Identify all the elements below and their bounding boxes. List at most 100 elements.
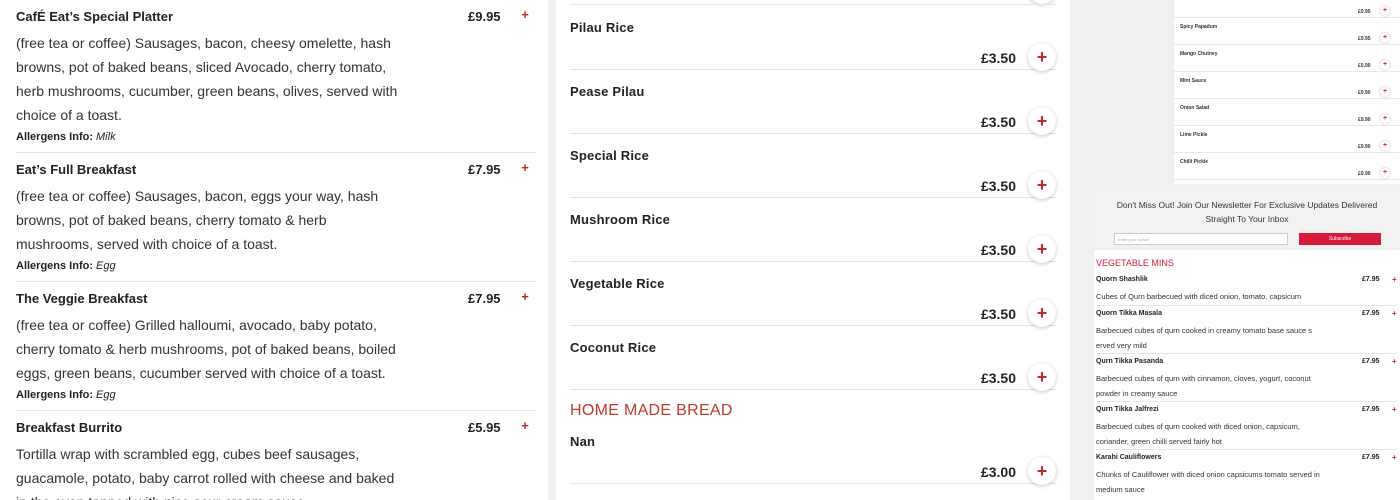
- add-button[interactable]: +: [1028, 171, 1056, 199]
- item-description: Tortilla wrap with scrambled egg, cubes …: [16, 446, 395, 500]
- add-button[interactable]: +: [1380, 141, 1390, 151]
- menu-item: CafÉ Eat’s Special Platter £9.95 + (free…: [16, 8, 536, 149]
- add-button[interactable]: +: [1028, 235, 1056, 263]
- menu-item: Qurn Tikka Pasanda £7.95 + Barbecued cub…: [1096, 357, 1398, 398]
- menu-item: Pilau Rice £3.50 +: [570, 6, 1056, 71]
- menu-item: Vegetable Rice £3.50 +: [570, 262, 1056, 327]
- divider: [1096, 305, 1398, 306]
- list-item: Chilli Pickle £0.90 +: [1174, 153, 1400, 180]
- add-button[interactable]: +: [1028, 107, 1056, 135]
- add-button[interactable]: +: [1380, 87, 1390, 97]
- item-name: CafÉ Eat’s Special Platter: [16, 9, 174, 24]
- item-price: £5.95: [468, 420, 501, 435]
- breakfast-panel: CafÉ Eat’s Special Platter £9.95 + (free…: [0, 0, 548, 500]
- menu-item: The Veggie Breakfast £7.95 + (free tea o…: [16, 290, 536, 411]
- item-name: Breakfast Burrito: [16, 420, 123, 435]
- item-description: Barbecued cubes of qurn with cinnamon, c…: [1096, 374, 1311, 398]
- item-price: £0.90: [1358, 90, 1371, 96]
- item-name: Qurn Tikka Pasanda: [1096, 358, 1164, 365]
- add-button[interactable]: +: [1028, 43, 1056, 71]
- add-button[interactable]: +: [1380, 114, 1390, 124]
- item-name: The Veggie Breakfast: [16, 291, 148, 306]
- divider: [16, 152, 536, 153]
- item-name: Pease Pilau: [570, 84, 645, 99]
- divider: [16, 281, 536, 282]
- divider: [570, 4, 1056, 5]
- item-price: £0.95: [1358, 36, 1371, 42]
- item-name: Mushroom Rice: [570, 212, 671, 227]
- item-description: Barbecued cubes of qurn cooked with dice…: [1096, 422, 1300, 446]
- allergen-value: Egg: [96, 260, 116, 272]
- item-price: £7.95: [1362, 454, 1380, 461]
- item-price: £7.95: [1362, 310, 1380, 317]
- add-icon[interactable]: +: [518, 8, 532, 22]
- item-price: £0.90: [1358, 171, 1371, 177]
- item-description: Barbecued cubes of qurn cooked in creamy…: [1096, 326, 1312, 350]
- allergen-label: Allergens Info:: [16, 260, 94, 272]
- section-heading: VEGETABLE MINS: [1096, 258, 1174, 268]
- add-icon[interactable]: +: [1392, 405, 1397, 414]
- allergen-value: Milk: [96, 131, 116, 143]
- list-item: Mango Chutney £0.90 +: [1174, 45, 1400, 72]
- add-icon[interactable]: +: [518, 161, 532, 175]
- item-price: £7.95: [1362, 406, 1380, 413]
- allergen-info: Allergens Info: Milk: [16, 131, 116, 143]
- add-icon[interactable]: +: [1392, 275, 1397, 284]
- add-button[interactable]: +: [1380, 168, 1390, 178]
- add-button[interactable]: +: [1028, 457, 1056, 485]
- add-button[interactable]: +: [1028, 299, 1056, 327]
- item-description: Chunks of Cauliflower with diced onion c…: [1096, 470, 1320, 494]
- newsletter-section: Don't Miss Out! Join Our Newsletter For …: [1094, 190, 1400, 250]
- item-description: (free tea or coffee) Grilled halloumi, a…: [16, 317, 396, 381]
- add-icon[interactable]: +: [1392, 357, 1397, 366]
- item-name: Nan: [570, 434, 596, 449]
- item-name: Spicy Papadum: [1180, 24, 1218, 30]
- newsletter-text: Don't Miss Out! Join Our Newsletter For …: [1116, 200, 1378, 224]
- item-price: £0.95: [1358, 9, 1371, 15]
- subscribe-button[interactable]: Subscribe: [1299, 233, 1381, 245]
- add-button[interactable]: +: [1380, 6, 1390, 16]
- sides-list: £0.95 + Spicy Papadum £0.95 + Mango Chut…: [1174, 0, 1400, 184]
- item-price: £3.50: [980, 50, 1016, 66]
- allergen-info: Allergens Info: Egg: [16, 260, 116, 272]
- item-name: Chilli Pickle: [1180, 159, 1209, 165]
- item-name: Eat’s Full Breakfast: [16, 162, 137, 177]
- item-name: Mint Sauce: [1180, 78, 1207, 84]
- menu-item: Quorn Shashlik £7.95 + Cubes of Qurn bar…: [1096, 275, 1398, 302]
- sides-section: £0.95 + Spicy Papadum £0.95 + Mango Chut…: [1094, 0, 1400, 190]
- item-name: Mango Chutney: [1180, 51, 1218, 57]
- list-item: £0.95 +: [1174, 0, 1400, 18]
- add-icon[interactable]: +: [1392, 309, 1397, 318]
- add-icon[interactable]: +: [518, 419, 532, 433]
- item-name: Quorn Shashlik: [1096, 276, 1148, 283]
- section-heading: HOME MADE BREAD: [570, 402, 733, 419]
- item-price: £3.50: [980, 242, 1016, 258]
- item-price: £9.95: [468, 9, 501, 24]
- divider: [1096, 353, 1398, 354]
- item-price: £7.95: [468, 162, 501, 177]
- add-icon[interactable]: +: [1392, 453, 1397, 462]
- menu-item: Pease Pilau £3.50 +: [570, 70, 1056, 135]
- email-field[interactable]: Enter your e-mail: [1114, 233, 1288, 245]
- item-name: Special Rice: [570, 148, 649, 163]
- add-button[interactable]: +: [1028, 363, 1056, 391]
- item-name: Quorn Tikka Masala: [1096, 310, 1163, 317]
- allergen-label: Allergens Info:: [16, 131, 94, 143]
- item-name: Coconut Rice: [570, 340, 657, 355]
- add-button[interactable]: +: [1380, 33, 1390, 43]
- allergen-info: Allergens Info: Egg: [16, 389, 116, 401]
- item-price: £7.95: [1362, 358, 1380, 365]
- list-item: Lime Pickle £0.90 +: [1174, 126, 1400, 153]
- menu-item: Quorn Tikka Masala £7.95 + Barbecued cub…: [1096, 309, 1398, 350]
- item-price: £7.95: [468, 291, 501, 306]
- item-price: £0.90: [1358, 63, 1371, 69]
- item-price: £3.50: [980, 370, 1016, 386]
- add-button[interactable]: +: [1380, 60, 1390, 70]
- menu-item: Special Rice £3.50 +: [570, 134, 1056, 199]
- item-description: (free tea or coffee) Sausages, bacon, eg…: [16, 188, 379, 252]
- item-name: Qurn Tikka Jalfrezi: [1096, 406, 1159, 413]
- divider: [16, 410, 536, 411]
- item-price: £0.90: [1358, 144, 1371, 150]
- item-name: Onion Salad: [1180, 105, 1210, 111]
- add-icon[interactable]: +: [518, 290, 532, 304]
